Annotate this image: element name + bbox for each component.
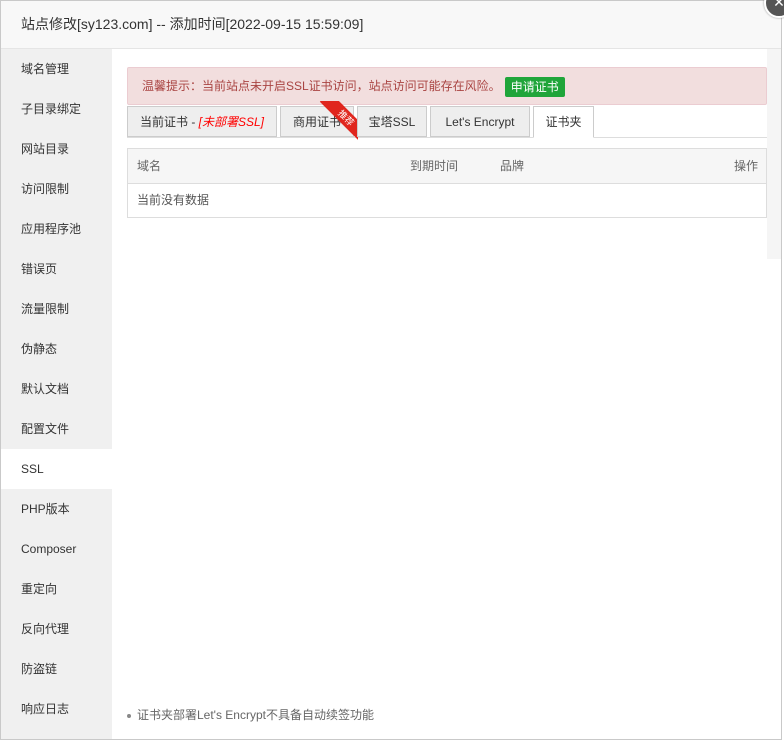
ssl-warning-notice: 温馨提示：当前站点未开启SSL证书访问，站点访问可能存在风险。 申请证书 [127, 67, 767, 105]
sidebar-item-subdirectory-binding[interactable]: 子目录绑定 [1, 89, 112, 129]
column-header-actions: 操作 [733, 159, 758, 173]
tab-lets-encrypt[interactable]: Let's Encrypt [430, 106, 530, 137]
sidebar-item-response-log[interactable]: 响应日志 [1, 689, 112, 729]
column-header-expiry: 到期时间 [410, 159, 459, 173]
sidebar-item-rewrite[interactable]: 伪静态 [1, 329, 112, 369]
sidebar-item-default-document[interactable]: 默认文档 [1, 369, 112, 409]
sidebar-item-error-pages[interactable]: 错误页 [1, 249, 112, 289]
site-edit-dialog: 站点修改[sy123.com] -- 添加时间[2022-09-15 15:59… [0, 0, 782, 740]
sidebar-item-domain-management[interactable]: 域名管理 [1, 49, 112, 89]
tab-commercial-certificate[interactable]: 商用证书 推荐 [280, 101, 358, 141]
tab-commercial-certificate-label: 商用证书 [292, 115, 341, 129]
footnote-text: 证书夹部署Let's Encrypt不具备自动续签功能 [137, 708, 374, 722]
sidebar-item-composer[interactable]: Composer [1, 529, 112, 569]
dialog-title: 站点修改[sy123.com] -- 添加时间[2022-09-15 15:59… [21, 16, 364, 32]
ssl-panel: 温馨提示：当前站点未开启SSL证书访问，站点访问可能存在风险。 申请证书 当前证书… [112, 49, 781, 739]
sidebar-item-access-restriction[interactable]: 访问限制 [1, 169, 112, 209]
bullet-icon [127, 713, 131, 718]
table-empty-row: 当前没有数据 [137, 193, 210, 207]
ssl-status-badge: [未部署SSL] [198, 115, 265, 129]
sidebar-item-hotlink-protection[interactable]: 防盗链 [1, 649, 112, 689]
column-header-domain: 域名 [137, 159, 162, 173]
sidebar-item-config-file[interactable]: 配置文件 [1, 409, 112, 449]
sidebar-item-app-pool[interactable]: 应用程序池 [1, 209, 112, 249]
footnote: 证书夹部署Let's Encrypt不具备自动续签功能 [127, 706, 374, 723]
scrollbar-track[interactable] [767, 49, 781, 259]
sidebar-item-traffic-limit[interactable]: 流量限制 [1, 289, 112, 329]
apply-certificate-button[interactable]: 申请证书 [504, 76, 565, 97]
sidebar-item-site-directory[interactable]: 网站目录 [1, 129, 112, 169]
column-header-brand: 品牌 [500, 159, 525, 173]
notice-text: 温馨提示：当前站点未开启SSL证书访问，站点访问可能存在风险。 [142, 79, 501, 93]
table-header: 域名 到期时间 品牌 操作 [128, 149, 766, 184]
certificate-table: 域名 到期时间 品牌 操作 当前没有数据 [127, 148, 767, 218]
sidebar-item-redirect[interactable]: 重定向 [1, 569, 112, 609]
sidebar-item-php-version[interactable]: PHP版本 [1, 489, 112, 529]
tab-current-certificate-label: 当前证书 - [139, 115, 199, 129]
dialog-title-bar: 站点修改[sy123.com] -- 添加时间[2022-09-15 15:59… [1, 1, 781, 49]
tab-baota-ssl[interactable]: 宝塔SSL [357, 106, 427, 137]
tab-certificate-folder[interactable]: 证书夹 [533, 106, 594, 138]
ssl-tabs: 当前证书 - [未部署SSL] 商用证书 推荐 宝塔SSL Let's Encr… [127, 101, 767, 141]
sidebar: 域名管理 子目录绑定 网站目录 访问限制 应用程序池 错误页 流量限制 伪静态 … [1, 49, 112, 739]
sidebar-item-ssl[interactable]: SSL [1, 449, 112, 489]
tab-current-certificate[interactable]: 当前证书 - [未部署SSL] [127, 106, 277, 137]
sidebar-item-reverse-proxy[interactable]: 反向代理 [1, 609, 112, 649]
